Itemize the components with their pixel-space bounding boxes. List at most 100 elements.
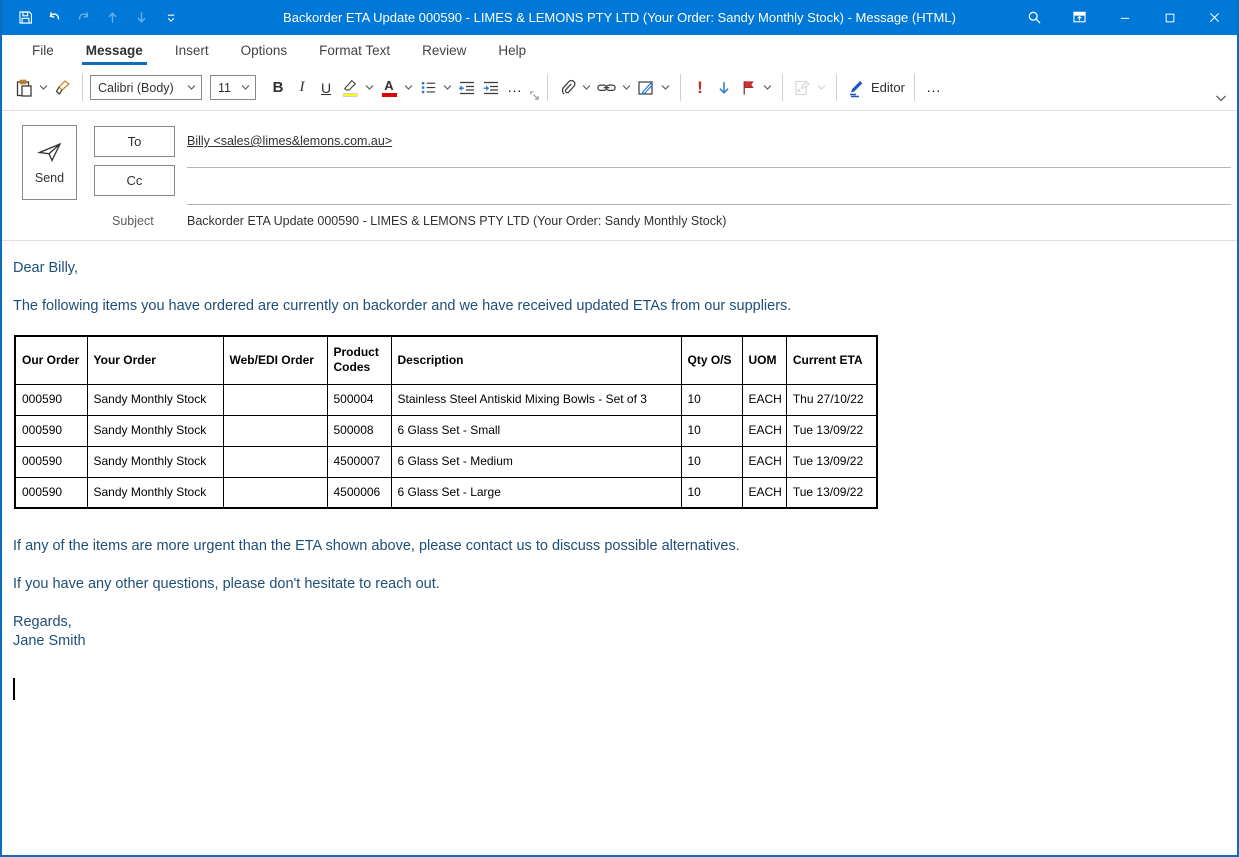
send-button[interactable]: Send	[22, 125, 77, 200]
tab-message[interactable]: Message	[82, 38, 147, 65]
bullets-button[interactable]	[416, 73, 440, 103]
chevron-down-icon	[241, 84, 250, 91]
underline-button[interactable]: U	[314, 73, 338, 103]
redo-button[interactable]	[70, 0, 97, 35]
previous-item-button[interactable]	[99, 0, 126, 35]
table-cell: Sandy Monthly Stock	[87, 384, 223, 415]
table-cell: 10	[681, 384, 742, 415]
chevron-down-icon	[365, 84, 374, 91]
title-bar: Backorder ETA Update 000590 - LIMES & LE…	[2, 0, 1237, 35]
bold-glyph: B	[273, 79, 284, 96]
low-importance-button[interactable]	[712, 73, 736, 103]
link-icon	[596, 77, 617, 98]
italic-glyph: I	[300, 79, 305, 96]
table-cell	[223, 477, 327, 508]
chevron-down-icon	[622, 84, 631, 91]
font-name-select[interactable]: Calibri (Body)	[90, 75, 202, 100]
editor-button[interactable]: Editor	[844, 73, 907, 103]
undo-button[interactable]	[41, 0, 68, 35]
attach-file-dropdown[interactable]	[579, 84, 594, 91]
divider	[836, 74, 837, 101]
cc-button[interactable]: Cc	[94, 165, 175, 196]
chevron-down-icon	[1215, 94, 1227, 103]
save-button[interactable]	[12, 0, 39, 35]
table-row: 000590Sandy Monthly Stock45000066 Glass …	[15, 477, 877, 508]
attach-file-button[interactable]	[555, 73, 579, 103]
next-item-button[interactable]	[128, 0, 155, 35]
search-button[interactable]	[1012, 0, 1057, 35]
redo-icon	[75, 9, 92, 26]
format-painter-button[interactable]	[51, 73, 75, 103]
decrease-indent-icon	[457, 78, 477, 98]
undo-icon	[46, 9, 63, 26]
subject-field[interactable]: Backorder ETA Update 000590 - LIMES & LE…	[187, 214, 1227, 228]
minimize-button[interactable]	[1102, 0, 1147, 35]
cc-field-underline[interactable]	[187, 204, 1231, 205]
font-color-dropdown[interactable]	[401, 84, 416, 91]
maximize-button[interactable]	[1147, 0, 1192, 35]
text-highlight-button[interactable]	[338, 73, 362, 103]
font-color-button[interactable]: A	[377, 73, 401, 103]
table-cell: 6 Glass Set - Medium	[391, 446, 681, 477]
chevron-down-line-icon	[164, 11, 178, 25]
to-field-underline[interactable]	[187, 167, 1231, 168]
editor-label: Editor	[871, 80, 905, 95]
to-button[interactable]: To	[94, 126, 175, 157]
table-cell: 4500007	[327, 446, 391, 477]
ribbon-toolbar: Calibri (Body) 11 B I U A	[2, 65, 1237, 111]
flag-icon	[739, 78, 758, 97]
basic-text-more-button[interactable]: …	[503, 73, 527, 103]
ribbon-tab-bar: File Message Insert Options Format Text …	[2, 35, 1237, 65]
basic-text-dialog-launcher[interactable]	[529, 88, 540, 106]
high-importance-button[interactable]: !	[688, 73, 712, 103]
arrow-up-icon	[104, 9, 121, 26]
message-body-editor[interactable]: Dear Billy, The following items you have…	[2, 241, 1237, 706]
table-cell: Sandy Monthly Stock	[87, 477, 223, 508]
close-button[interactable]	[1192, 0, 1237, 35]
assign-policy-dropdown[interactable]	[814, 84, 829, 91]
text-highlight-dropdown[interactable]	[362, 84, 377, 91]
paste-dropdown[interactable]	[36, 84, 51, 91]
font-size-select[interactable]: 11	[210, 75, 256, 100]
assign-policy-button[interactable]	[790, 73, 814, 103]
bold-button[interactable]: B	[266, 73, 290, 103]
customize-quick-access-button[interactable]	[157, 0, 184, 35]
paste-button[interactable]	[12, 73, 36, 103]
ribbon-more-button[interactable]: …	[922, 73, 946, 103]
chevron-down-icon	[39, 84, 48, 91]
assign-policy-icon	[792, 78, 812, 98]
table-cell: 000590	[15, 384, 87, 415]
table-cell: 000590	[15, 446, 87, 477]
window-title: Backorder ETA Update 000590 - LIMES & LE…	[283, 10, 956, 25]
search-icon	[1026, 9, 1043, 26]
tab-insert[interactable]: Insert	[171, 38, 213, 65]
link-dropdown[interactable]	[619, 84, 634, 91]
signature-dropdown[interactable]	[658, 84, 673, 91]
dialog-launcher-icon	[529, 90, 540, 101]
tab-review[interactable]: Review	[418, 38, 470, 65]
tab-help[interactable]: Help	[494, 38, 530, 65]
tab-options[interactable]: Options	[237, 38, 292, 65]
signature-button[interactable]	[634, 73, 658, 103]
tab-format-text[interactable]: Format Text	[315, 38, 394, 65]
chevron-down-icon	[661, 84, 670, 91]
table-cell	[223, 446, 327, 477]
signature-name-text: Jane Smith	[13, 632, 1225, 651]
bullets-dropdown[interactable]	[440, 84, 455, 91]
follow-up-flag-button[interactable]	[736, 73, 760, 103]
follow-up-dropdown[interactable]	[760, 84, 775, 91]
highlight-color-bar	[343, 93, 358, 97]
decrease-indent-button[interactable]	[455, 73, 479, 103]
increase-indent-button[interactable]	[479, 73, 503, 103]
highlighter-icon	[342, 79, 358, 92]
table-cell: 6 Glass Set - Large	[391, 477, 681, 508]
link-button[interactable]	[594, 73, 619, 103]
paperclip-icon	[558, 78, 577, 97]
collapse-ribbon-button[interactable]	[1215, 90, 1227, 108]
italic-button[interactable]: I	[290, 73, 314, 103]
tab-file[interactable]: File	[28, 38, 58, 65]
divider	[914, 74, 915, 101]
table-cell: 10	[681, 415, 742, 446]
recipient-chip[interactable]: Billy <sales@limes&lemons.com.au>	[187, 134, 392, 148]
ribbon-display-options-button[interactable]	[1057, 0, 1102, 35]
